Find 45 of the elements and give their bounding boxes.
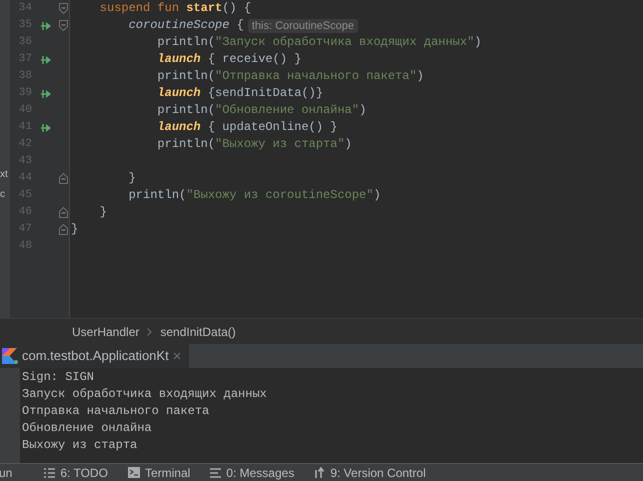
console-line: Выхожу из старта (22, 437, 138, 454)
code-line: launch { updateOnline() } (156, 119, 338, 136)
list-icon (44, 468, 56, 478)
code-line: coroutineScope { (128, 17, 244, 34)
tool-window-button[interactable]: 0: Messages (210, 464, 294, 481)
code-line: } (71, 221, 78, 238)
breadcrumb[interactable]: UserHandler (72, 322, 140, 340)
tool-window-button[interactable]: un (0, 464, 12, 481)
code-line: println("Обновление онлайна") (156, 102, 366, 119)
breadcrumb[interactable]: sendInitData() (160, 322, 236, 340)
code-line: suspend fun start() { (98, 0, 252, 17)
fold-icon[interactable] (59, 20, 68, 31)
tool-window-button[interactable]: 6: TODO (44, 464, 108, 481)
console-line: Обновление онлайна (22, 420, 152, 437)
console-line: Sign: SIGN (22, 369, 94, 386)
inlay-hint: this: CoroutineScope (248, 18, 358, 32)
code-line: println("Запуск обработчика входящих данных") (156, 34, 482, 51)
code-line: } (128, 170, 136, 187)
run-arrow-icon[interactable] (40, 20, 52, 30)
fold-icon[interactable] (59, 224, 68, 235)
close-icon[interactable] (172, 352, 181, 360)
code-line: launch { receive() } (156, 51, 302, 68)
code-line: println("Выхожу из старта") (156, 136, 352, 153)
tree-item-text[interactable]: xt (0, 168, 8, 182)
console-line: Отправка начального пакета (22, 403, 210, 420)
fold-icon[interactable] (59, 207, 68, 218)
console-line: Запуск обработчика входящих данных (22, 386, 267, 403)
fold-icon[interactable] (59, 173, 68, 184)
fold-icon[interactable] (59, 3, 68, 14)
code-line: println("Выхожу из coroutineScope") (128, 187, 381, 204)
lines-icon (210, 468, 222, 478)
run-arrow-icon[interactable] (40, 54, 52, 64)
code-line: launch {sendInitData()} (156, 85, 324, 102)
run-tab[interactable]: com.testbot.ApplicationKt (0, 344, 189, 368)
branch-arrow-icon (314, 467, 326, 478)
chevron-icon (147, 328, 152, 336)
run-arrow-icon[interactable] (40, 122, 52, 132)
tool-window-button[interactable]: 9: Version Control (314, 464, 426, 481)
run-arrow-icon[interactable] (40, 88, 52, 98)
kotlin-logo-icon (2, 348, 18, 364)
terminal-icon (128, 467, 140, 478)
code-line: println("Отправка начального пакета") (156, 68, 424, 85)
code-line: } (98, 204, 108, 221)
tool-window-button[interactable]: Terminal (128, 464, 190, 481)
tree-item-text[interactable]: c (0, 188, 5, 202)
